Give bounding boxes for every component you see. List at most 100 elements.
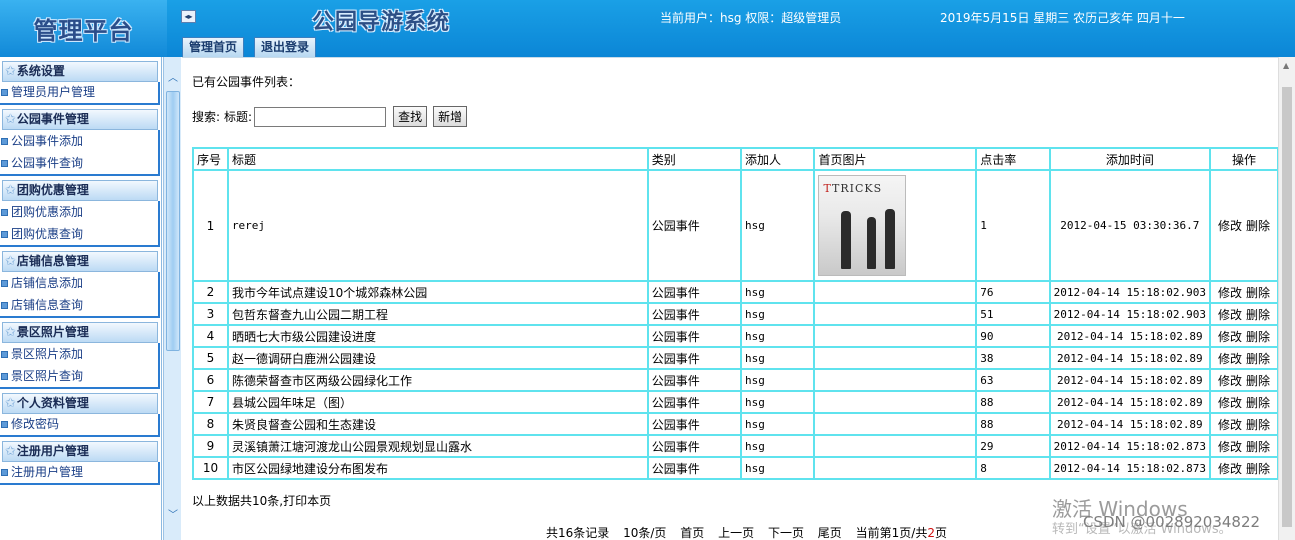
menu-head-park-events[interactable]: ✩ 公园事件管理: [2, 109, 158, 130]
delete-link[interactable]: 删除: [1246, 219, 1270, 233]
cell-image: [815, 414, 976, 434]
menu-group-shops: ✩ 店铺信息管理 店铺信息添加 店铺信息查询: [0, 251, 160, 318]
sidebar-scroll-thumb[interactable]: [166, 91, 180, 351]
cell-ops: 修改 删除: [1211, 171, 1277, 280]
col-header-ops: 操作: [1211, 149, 1277, 169]
cell-type: 公园事件: [648, 436, 741, 456]
delete-link[interactable]: 删除: [1246, 462, 1270, 476]
edit-link[interactable]: 修改: [1218, 219, 1242, 233]
table-row: 5 赵一德调研白鹿洲公园建设 公园事件 hsg 38 2012-04-14 15…: [194, 348, 1277, 368]
movie-poster-thumbnail[interactable]: TTRICKS: [818, 175, 907, 276]
bullet-icon: [1, 373, 8, 380]
scroll-up-arrow-icon[interactable]: ▲: [1283, 61, 1289, 70]
menu-item-shop-add[interactable]: 店铺信息添加: [0, 272, 160, 295]
edit-link[interactable]: 修改: [1218, 374, 1242, 388]
cell-clicks: 51: [977, 304, 1049, 324]
delete-link[interactable]: 删除: [1246, 396, 1270, 410]
cell-image: TTRICKS: [815, 171, 976, 280]
title-search-input[interactable]: [254, 106, 387, 127]
list-title: 已有公园事件列表：: [192, 75, 301, 89]
search-button[interactable]: 查找: [393, 106, 428, 127]
delete-link[interactable]: 删除: [1246, 374, 1270, 388]
main-scroll-thumb[interactable]: [1282, 87, 1292, 527]
menu-head-photos[interactable]: ✩ 景区照片管理: [2, 322, 158, 343]
main-scrollbar[interactable]: ▲: [1278, 57, 1295, 540]
menu-head-shops[interactable]: ✩ 店铺信息管理: [2, 251, 158, 272]
delete-link[interactable]: 删除: [1246, 352, 1270, 366]
menu-item-change-password[interactable]: 修改密码: [0, 414, 160, 437]
menu-group-photos: ✩ 景区照片管理 景区照片添加 景区照片查询: [0, 322, 160, 389]
menu-item-registered-users[interactable]: 注册用户管理: [0, 462, 160, 485]
edit-link[interactable]: 修改: [1218, 418, 1242, 432]
menu-head-registered-users[interactable]: ✩ 注册用户管理: [2, 441, 158, 462]
record-summary: 以上数据共10条,打印本页: [192, 494, 332, 508]
menu-head-group-buy[interactable]: ✩ 团购优惠管理: [2, 180, 158, 201]
chevron-down-icon[interactable]: ﹀: [165, 508, 181, 524]
cell-title: 市区公园绿地建设分布图发布: [228, 458, 647, 478]
cell-image: [815, 370, 976, 390]
delete-link[interactable]: 删除: [1246, 308, 1270, 322]
delete-link[interactable]: 删除: [1246, 418, 1270, 432]
add-button[interactable]: 新增: [433, 106, 468, 127]
menu-item-label: 公园事件添加: [11, 134, 84, 148]
cell-num: 3: [194, 304, 227, 324]
delete-link[interactable]: 删除: [1246, 330, 1270, 344]
chevron-up-icon[interactable]: ︿: [165, 71, 181, 87]
menu-item-groupbuy-add[interactable]: 团购优惠添加: [0, 201, 160, 224]
cell-adder: hsg: [742, 282, 814, 302]
cell-clicks: 29: [977, 436, 1049, 456]
sidebar-scrollbar[interactable]: ︿ ﹀: [163, 57, 181, 540]
pager-next[interactable]: 下一页: [768, 526, 804, 540]
main-content: 已有公园事件列表： 搜索: 标题: 查找 新增 序号 标题 类别 添加人 首页图…: [182, 57, 1279, 540]
edit-link[interactable]: 修改: [1218, 396, 1242, 410]
sidebar-toggle-icon[interactable]: ◂▸: [181, 10, 196, 23]
bullet-icon: [1, 421, 8, 428]
pager-first[interactable]: 首页: [680, 526, 704, 540]
cell-num: 2: [194, 282, 227, 302]
poster-figure: [841, 211, 852, 269]
menu-item-event-query[interactable]: 公园事件查询: [0, 153, 160, 176]
delete-link[interactable]: 删除: [1246, 286, 1270, 300]
brand-logo: 管理平台: [0, 0, 167, 57]
cell-title: 晒晒七大市级公园建设进度: [228, 326, 647, 346]
edit-link[interactable]: 修改: [1218, 440, 1242, 454]
delete-link[interactable]: 删除: [1246, 440, 1270, 454]
menu-head-profile[interactable]: ✩ 个人资料管理: [2, 393, 158, 414]
edit-link[interactable]: 修改: [1218, 330, 1242, 344]
menu-item-groupbuy-query[interactable]: 团购优惠查询: [0, 224, 160, 247]
menu-head-label: 团购优惠管理: [16, 183, 89, 197]
menu-item-label: 团购优惠查询: [11, 227, 84, 241]
cell-adder: hsg: [742, 436, 814, 456]
cell-title: 赵一德调研白鹿洲公园建设: [228, 348, 647, 368]
bullet-icon: [1, 209, 8, 216]
edit-link[interactable]: 修改: [1218, 462, 1242, 476]
menu-head-label: 公园事件管理: [16, 112, 89, 126]
menu-item-photo-query[interactable]: 景区照片查询: [0, 366, 160, 389]
menu-head-label: 店铺信息管理: [16, 254, 89, 268]
table-row: 3 包哲东督查九山公园二期工程 公园事件 hsg 51 2012-04-14 1…: [194, 304, 1277, 324]
cell-type: 公园事件: [648, 414, 741, 434]
bullet-icon: [1, 138, 8, 145]
tab-home[interactable]: 管理首页: [182, 37, 245, 57]
menu-item-photo-add[interactable]: 景区照片添加: [0, 343, 160, 366]
cell-image: [815, 304, 976, 324]
menu-item-admin-users[interactable]: 管理员用户管理: [0, 82, 160, 105]
edit-link[interactable]: 修改: [1218, 352, 1242, 366]
cell-ops: 修改 删除: [1211, 326, 1277, 346]
pager-prev[interactable]: 上一页: [718, 526, 754, 540]
cell-time: 2012-04-14 15:18:02.873: [1050, 436, 1209, 456]
menu-head-system[interactable]: ✩ 系统设置: [2, 61, 158, 82]
cell-time: 2012-04-14 15:18:02.89: [1050, 370, 1209, 390]
tab-logout[interactable]: 退出登录: [254, 37, 317, 57]
cell-clicks: 76: [977, 282, 1049, 302]
cell-image: [815, 436, 976, 456]
sidebar-menu: ✩ 系统设置 管理员用户管理 ✩ 公园事件管理 公园事件添加 公园事件查询 ✩ 团购优…: [0, 57, 162, 540]
pager-last[interactable]: 尾页: [818, 526, 842, 540]
menu-item-event-add[interactable]: 公园事件添加: [0, 130, 160, 153]
edit-link[interactable]: 修改: [1218, 286, 1242, 300]
cell-time: 2012-04-14 15:18:02.89: [1050, 414, 1209, 434]
date-info: 2019年5月15日 星期三 农历己亥年 四月十一: [940, 11, 1185, 25]
edit-link[interactable]: 修改: [1218, 308, 1242, 322]
menu-item-shop-query[interactable]: 店铺信息查询: [0, 295, 160, 318]
col-header-clicks: 点击率: [977, 149, 1049, 169]
